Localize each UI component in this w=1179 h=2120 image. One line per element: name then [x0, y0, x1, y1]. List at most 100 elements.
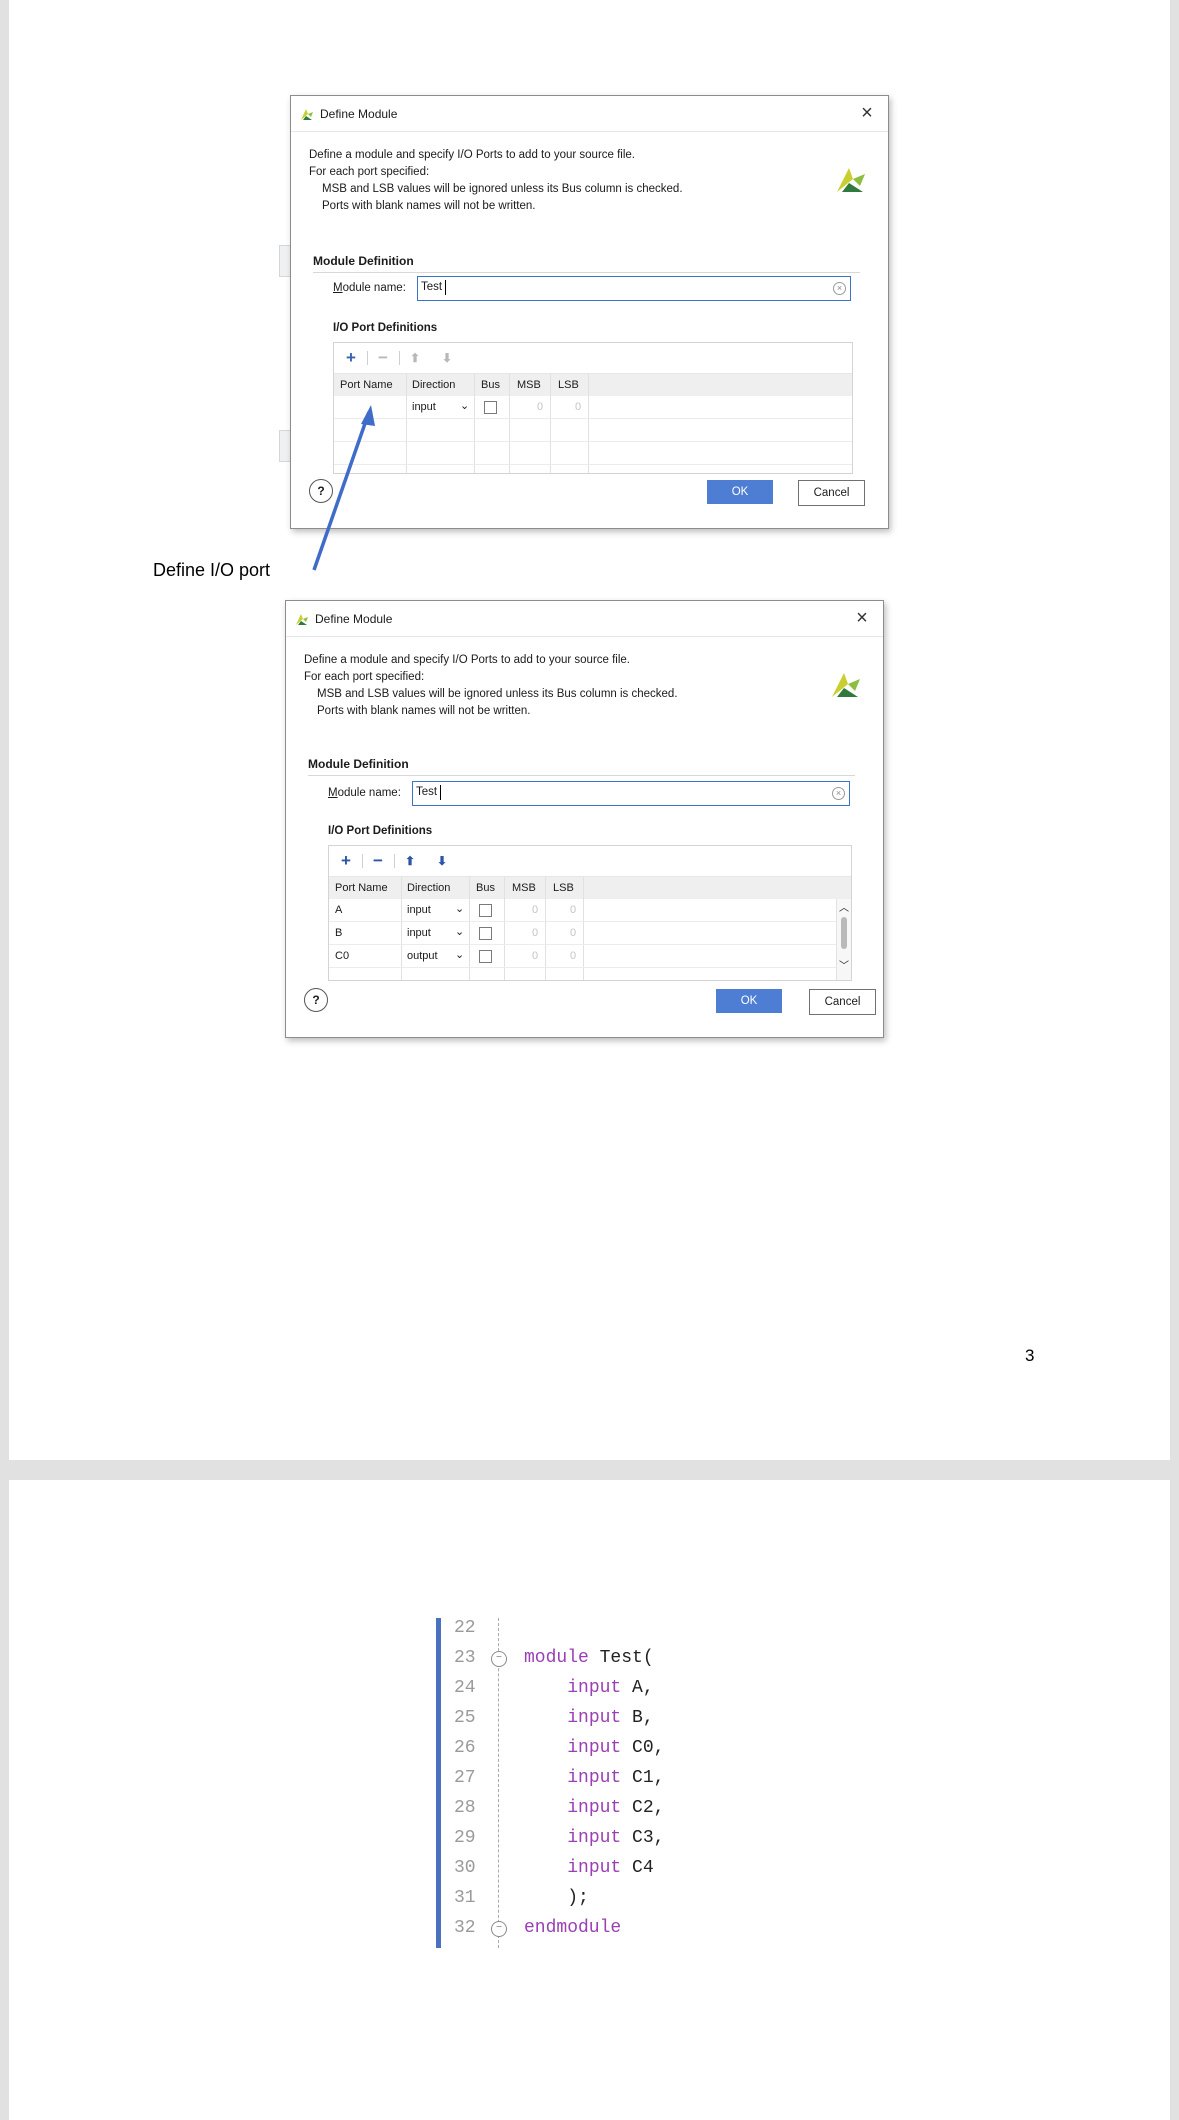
- code-text: input B,: [567, 1708, 654, 1728]
- minus-icon[interactable]: −: [367, 850, 389, 872]
- code-line: 26 input C0,: [441, 1738, 701, 1768]
- plus-icon[interactable]: +: [340, 347, 362, 369]
- toolbar-separator: [394, 854, 395, 868]
- port-name-cell[interactable]: C0: [335, 950, 349, 962]
- cancel-button[interactable]: Cancel: [798, 480, 865, 506]
- arrow-up-icon[interactable]: ⬆: [404, 347, 426, 369]
- table-header: Port Name Direction Bus MSB LSB: [329, 877, 851, 899]
- column-header: Bus: [481, 379, 500, 391]
- lsb-cell[interactable]: 0: [570, 927, 576, 939]
- table-row[interactable]: input ⌄ 0 0: [334, 396, 852, 419]
- chevron-down-icon[interactable]: ﹀: [839, 957, 849, 972]
- table-scrollbar[interactable]: ︿ ﹀: [836, 899, 851, 980]
- line-number: 32: [454, 1918, 476, 1938]
- clear-icon[interactable]: ×: [832, 787, 845, 800]
- lsb-cell[interactable]: 0: [570, 950, 576, 962]
- ok-button[interactable]: OK: [716, 989, 782, 1013]
- bus-checkbox[interactable]: [479, 904, 492, 917]
- table-row-empty: [334, 419, 852, 442]
- msb-cell[interactable]: 0: [532, 950, 538, 962]
- msb-cell[interactable]: 0: [532, 927, 538, 939]
- arrow-up-icon[interactable]: ⬆: [399, 850, 421, 872]
- port-name-cell[interactable]: B: [335, 927, 342, 939]
- table-row[interactable]: A input ⌄ 0 0: [329, 899, 851, 922]
- direction-select[interactable]: input: [412, 401, 436, 413]
- table-row[interactable]: C0 output ⌄ 0 0: [329, 945, 851, 968]
- module-name-value: Test: [416, 786, 438, 798]
- column-header: Port Name: [340, 379, 393, 391]
- document-page-2: 22 23 − module Test( 24 input A, 25 inpu…: [9, 1480, 1170, 2120]
- vivado-logo-icon: [296, 614, 308, 625]
- code-line: 24 input A,: [441, 1678, 701, 1708]
- chevron-down-icon[interactable]: ⌄: [455, 925, 464, 938]
- line-number: 26: [454, 1738, 476, 1758]
- scrollbar-thumb[interactable]: [841, 917, 847, 949]
- io-port-table: + − ⬆ ⬇ Port Name Direction Bus MSB LSB …: [328, 845, 852, 981]
- line-number: 24: [454, 1678, 476, 1698]
- table-row-empty: [334, 442, 852, 465]
- module-name-label: Module name:: [328, 787, 401, 799]
- dialog-title-bar: Define Module ×: [291, 96, 888, 132]
- annotation-label: Define I/O port: [153, 560, 271, 580]
- close-icon[interactable]: ×: [856, 102, 878, 124]
- msb-cell[interactable]: 0: [532, 904, 538, 916]
- column-header: Direction: [412, 379, 456, 391]
- direction-select[interactable]: output: [407, 950, 438, 962]
- description-line: MSB and LSB values will be ignored unles…: [317, 688, 678, 700]
- line-number: 29: [454, 1828, 476, 1848]
- plus-icon[interactable]: +: [335, 850, 357, 872]
- port-name-cell[interactable]: A: [335, 904, 342, 916]
- direction-select[interactable]: input: [407, 927, 431, 939]
- document-page-1: Define Module × Define a module and spec…: [9, 0, 1170, 1460]
- table-toolbar: + − ⬆ ⬇: [334, 343, 852, 374]
- lsb-cell[interactable]: 0: [570, 904, 576, 916]
- code-line: 29 input C3,: [441, 1828, 701, 1858]
- cancel-button[interactable]: Cancel: [809, 989, 876, 1015]
- toolbar-separator: [362, 854, 363, 868]
- arrow-down-icon[interactable]: ⬇: [431, 850, 453, 872]
- lsb-cell[interactable]: 0: [575, 401, 581, 413]
- chevron-up-icon[interactable]: ︿: [839, 899, 849, 914]
- clear-icon[interactable]: ×: [833, 282, 846, 295]
- section-title: Module Definition: [313, 254, 414, 268]
- module-name-input[interactable]: Test ×: [412, 781, 850, 806]
- chevron-down-icon[interactable]: ⌄: [455, 948, 464, 961]
- line-number: 28: [454, 1798, 476, 1818]
- code-line: 22: [441, 1618, 701, 1648]
- module-name-label: Module name:: [333, 282, 406, 294]
- bus-checkbox[interactable]: [479, 950, 492, 963]
- define-module-dialog-1: Define Module × Define a module and spec…: [290, 95, 889, 529]
- module-name-input[interactable]: Test ×: [417, 276, 851, 301]
- code-line: 30 input C4: [441, 1858, 701, 1888]
- divider: [313, 272, 860, 273]
- fold-end-icon[interactable]: −: [491, 1921, 507, 1937]
- dialog-title: Define Module: [320, 107, 398, 121]
- bus-checkbox[interactable]: [484, 401, 497, 414]
- msb-cell[interactable]: 0: [537, 401, 543, 413]
- description-line: Ports with blank names will not be writt…: [322, 200, 536, 212]
- code-text: input C3,: [567, 1828, 665, 1848]
- minus-icon[interactable]: −: [372, 347, 394, 369]
- chevron-down-icon[interactable]: ⌄: [455, 902, 464, 915]
- code-line: 23 − module Test(: [441, 1648, 701, 1678]
- help-button[interactable]: ?: [304, 988, 328, 1012]
- page-number: 3: [1025, 1346, 1035, 1365]
- divider: [308, 775, 855, 776]
- direction-select[interactable]: input: [407, 904, 431, 916]
- io-port-definitions-title: I/O Port Definitions: [333, 322, 438, 334]
- close-icon[interactable]: ×: [851, 607, 873, 629]
- code-text: module Test(: [524, 1648, 654, 1668]
- line-number: 22: [454, 1618, 476, 1638]
- table-row[interactable]: B input ⌄ 0 0: [329, 922, 851, 945]
- text-caret: [440, 785, 441, 800]
- bus-checkbox[interactable]: [479, 927, 492, 940]
- column-header: LSB: [553, 882, 574, 894]
- code-text: input A,: [567, 1678, 654, 1698]
- code-snippet: 22 23 − module Test( 24 input A, 25 inpu…: [436, 1618, 701, 1948]
- arrow-down-icon[interactable]: ⬇: [436, 347, 458, 369]
- table-header: Port Name Direction Bus MSB LSB: [334, 374, 852, 396]
- ok-button[interactable]: OK: [707, 480, 773, 504]
- code-line: 28 input C2,: [441, 1798, 701, 1828]
- fold-collapse-icon[interactable]: −: [491, 1651, 507, 1667]
- chevron-down-icon[interactable]: ⌄: [460, 399, 469, 412]
